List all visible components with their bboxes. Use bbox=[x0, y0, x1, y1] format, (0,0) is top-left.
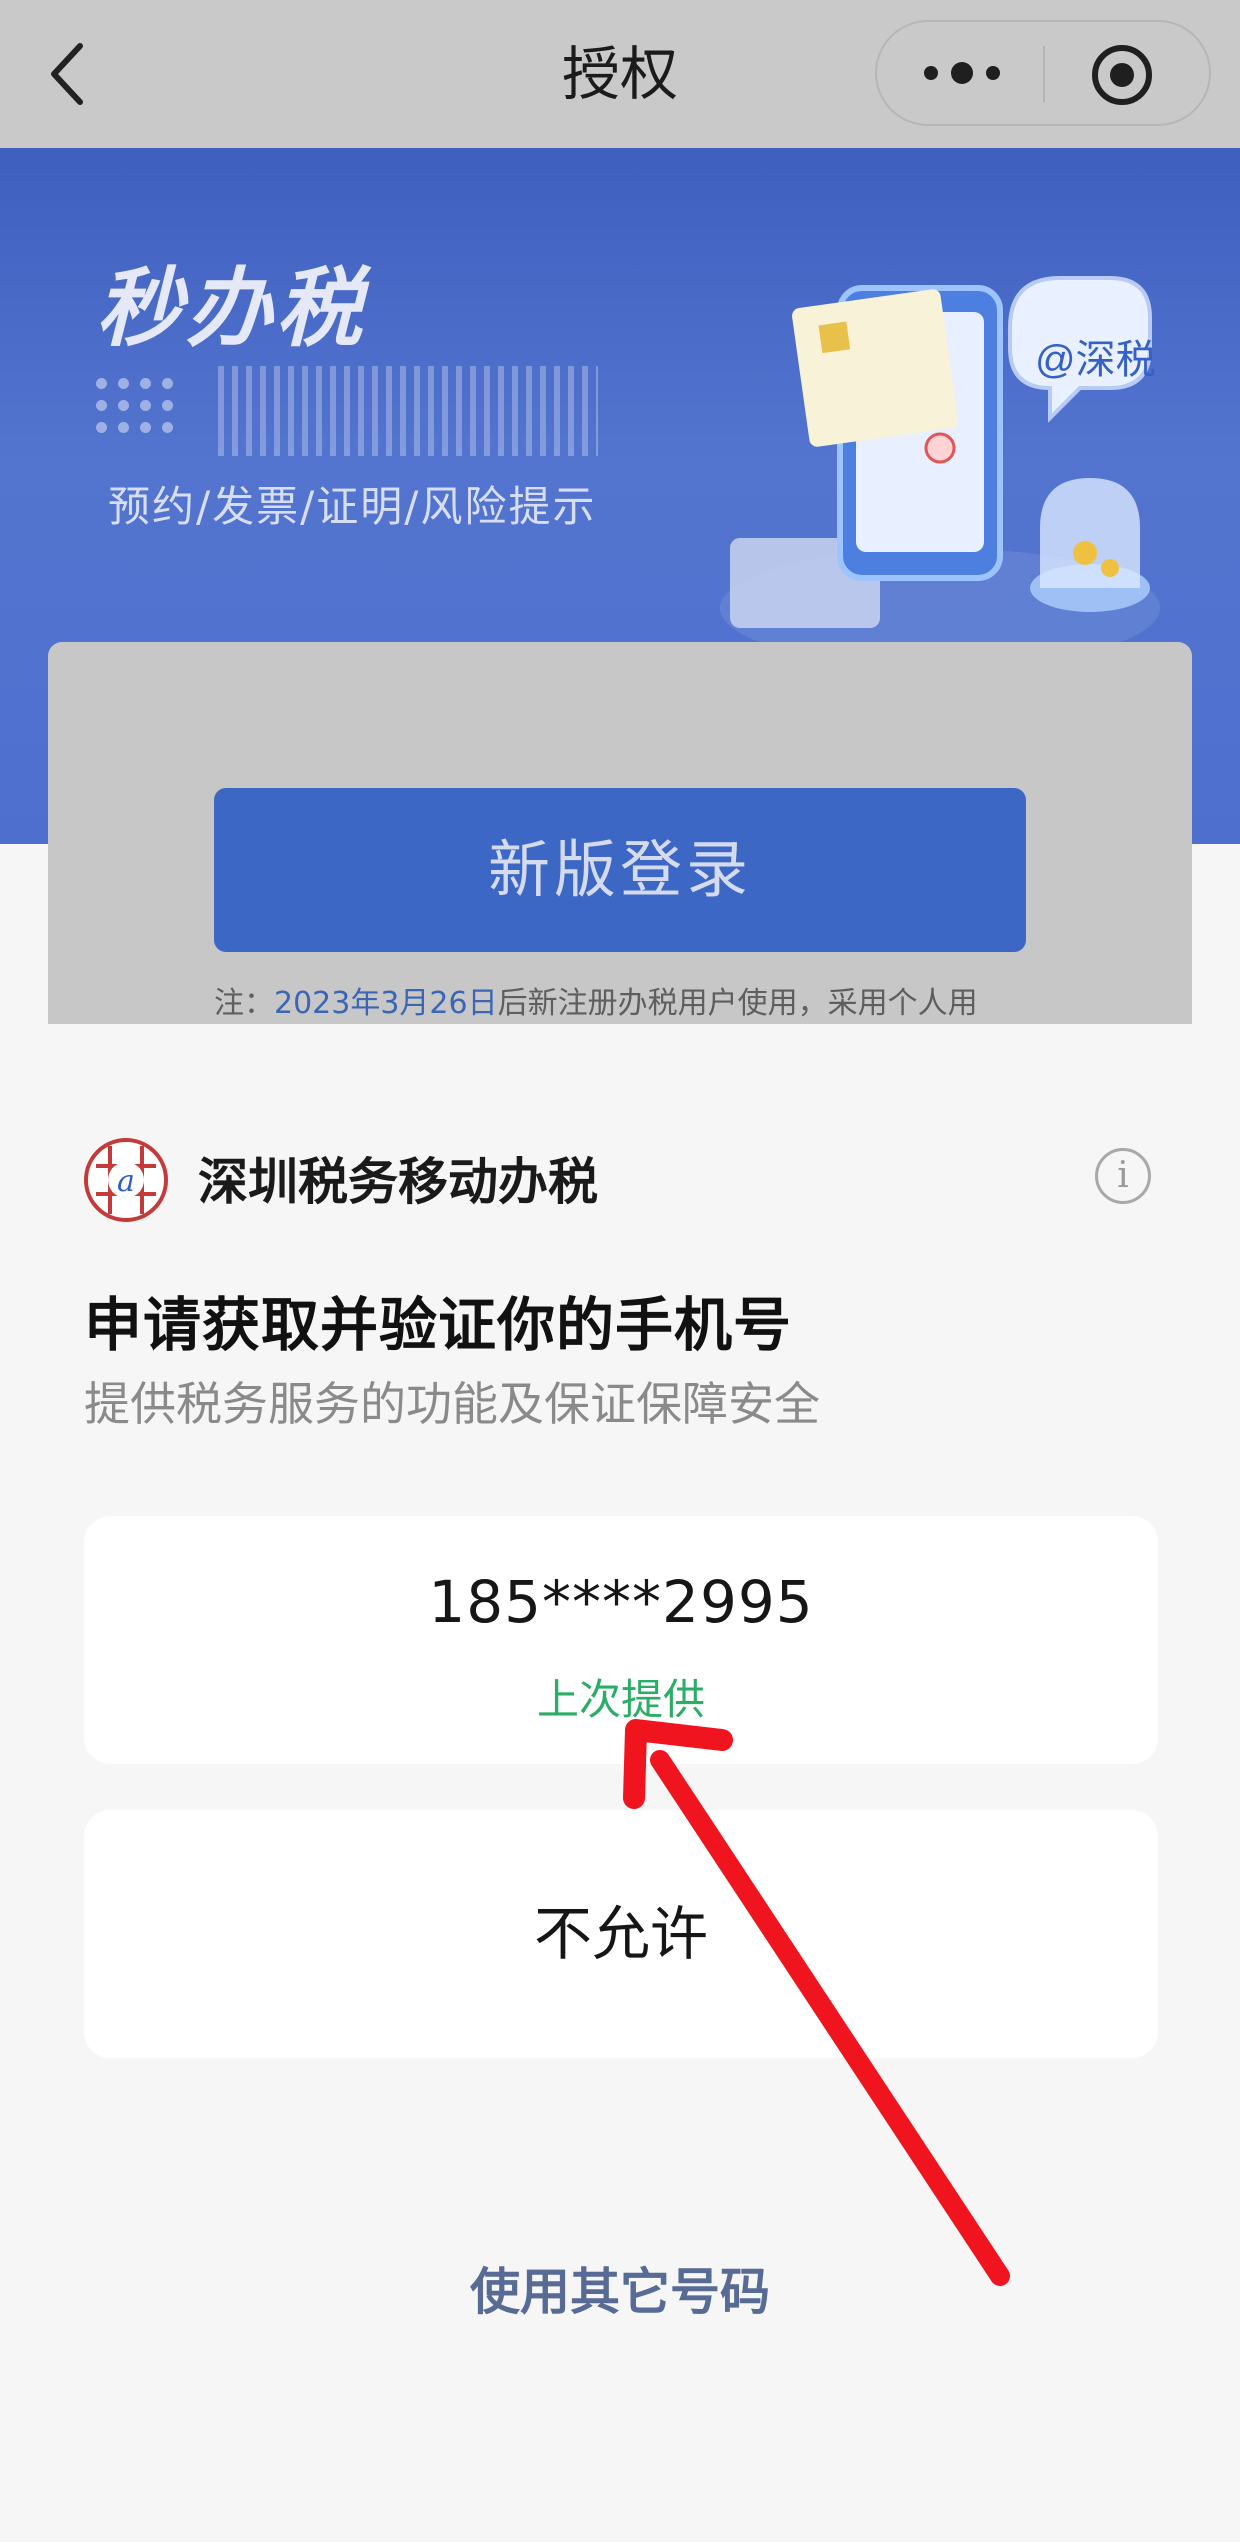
authorization-sheet: a 深圳税务移动办税 i 申请获取并验证你的手机号 提供税务服务的功能及保证保障… bbox=[0, 1024, 1240, 2542]
banner-dot-pattern bbox=[96, 378, 186, 458]
request-title: 申请获取并验证你的手机号 bbox=[84, 1291, 793, 1359]
use-other-number-link[interactable]: 使用其它号码 bbox=[0, 2252, 1240, 2324]
capsule-divider bbox=[1043, 46, 1045, 102]
banner-badge-text: @深税 bbox=[1035, 338, 1156, 382]
app-name: 深圳税务移动办税 bbox=[198, 1153, 598, 1211]
new-login-button[interactable]: 新版登录 bbox=[214, 788, 1026, 952]
svg-text:a: a bbox=[117, 1164, 135, 1199]
login-note: 注：2023年3月26日后新注册办税用户使用，采用个人用 bbox=[214, 978, 978, 1022]
chevron-left-icon[interactable] bbox=[40, 34, 100, 114]
last-provided-tag: 上次提供 bbox=[536, 1675, 705, 1724]
login-note-suffix: 后新注册办税用户使用，采用个人用 bbox=[497, 986, 978, 1021]
deny-button[interactable]: 不允许 bbox=[84, 1810, 1158, 2058]
nav-bar: 授权 bbox=[0, 0, 1240, 148]
login-note-date: 2023年3月26日 bbox=[274, 986, 498, 1021]
request-description: 提供税务服务的功能及保证保障安全 bbox=[84, 1377, 820, 1431]
banner-subtitle: 预约/发票/证明/风险提示 bbox=[108, 482, 597, 531]
more-dots-icon[interactable] bbox=[917, 50, 1007, 96]
phone-number-option[interactable]: 185****2995 上次提供 bbox=[84, 1516, 1158, 1764]
banner-brand: 秒办税 bbox=[96, 259, 366, 359]
info-icon[interactable]: i bbox=[1095, 1148, 1151, 1204]
phone-number: 185****2995 bbox=[428, 1568, 814, 1636]
target-circle-icon[interactable] bbox=[1089, 42, 1155, 108]
mini-program-capsule bbox=[875, 20, 1211, 126]
banner-blurred-text bbox=[218, 366, 598, 456]
login-note-prefix: 注： bbox=[214, 986, 274, 1021]
app-logo-icon: a bbox=[84, 1138, 168, 1222]
